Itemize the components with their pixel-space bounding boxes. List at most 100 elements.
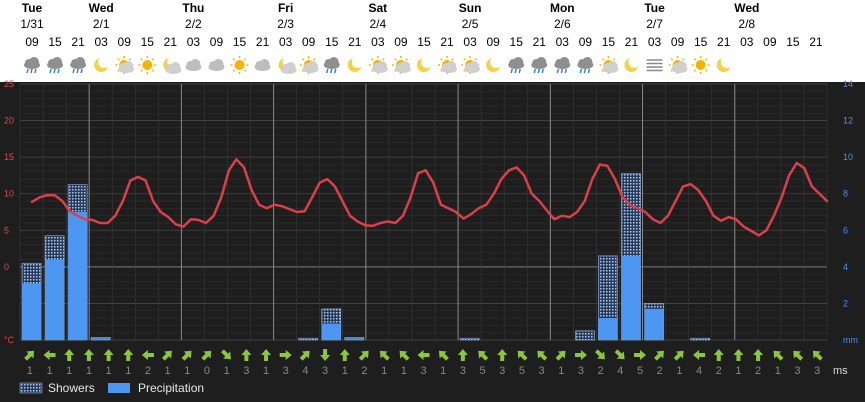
precipitation-bar [321,323,341,340]
weather-rain-cloud-icon [24,57,40,74]
wind-arrow-icon [713,349,724,361]
weather-rain-cloud-icon [531,57,548,74]
wind-arrow-icon [358,350,369,361]
day-date-label: 2/7 [646,17,663,31]
hour-label: 03 [556,35,570,49]
wind-arrow-icon [24,350,35,361]
day-name-label: Wed [734,1,759,15]
wind-speed-label: 2 [598,365,604,377]
hour-label: 21 [348,35,362,49]
day-name-label: Sat [369,1,388,15]
day-date-label: 2/2 [185,17,202,31]
weather-sun-cloud-icon [299,56,319,74]
wind-arrow-icon [221,349,231,360]
weather-sun-icon [138,56,157,74]
wind-speed-label: 2 [716,365,722,377]
weather-sun-cloud-icon [115,56,135,74]
weather-rain-cloud-icon [508,57,525,74]
wind-speed-label: 1 [106,365,112,377]
day-name-label: Fri [278,1,293,15]
wind-speed-label: 1 [401,365,407,377]
wind-speed-label: 0 [204,365,210,377]
weather-sun-cloud-icon [461,56,481,74]
wind-arrow-icon [181,350,192,361]
weather-moon-icon [94,56,111,72]
hour-label: 03 [279,35,293,49]
weather-sun-cloud-icon [668,56,688,74]
wind-arrow-icon [279,350,292,360]
hour-label: 09 [579,35,593,49]
wind-speed-label: 3 [539,365,545,377]
day-date-label: 2/1 [93,17,110,31]
wind-arrow-icon [320,349,331,361]
hour-label: 09 [486,35,500,49]
wind-speed-label: 3 [420,365,426,377]
wind-arrow-icon [753,349,764,361]
precipitation-bar [598,318,618,340]
wind-speed-label: 1 [125,365,131,377]
weather-fog-icon [646,59,663,72]
hour-label: 15 [786,35,800,49]
showers-bar [459,337,480,341]
wind-speed-label: 2 [755,365,761,377]
wind-arrow-icon [574,350,587,360]
precipitation-bar [344,338,364,340]
hour-label: 21 [164,35,178,49]
hour-label: 03 [463,35,477,49]
wind-arrow-icon [201,350,212,361]
wind-arrow-icon [634,350,647,360]
wind-arrow-icon [733,349,744,361]
temperature-tick-label: 15 [4,152,14,162]
weather-moon-icon [624,56,641,72]
hour-label: 21 [256,35,270,49]
wind-speed-label: 3 [460,365,466,377]
wind-speed-label: 1 [27,365,33,377]
day-date-label: 2/4 [370,17,387,31]
wind-speed-label: 5 [519,365,525,377]
hour-label: 03 [94,35,108,49]
hour-label: 15 [510,35,524,49]
temperature-tick-label: 10 [4,189,14,199]
weather-sun-cloud-icon [438,56,458,74]
temperature-tick-label: 5 [4,225,9,235]
wind-arrow-icon [299,350,310,361]
wind-arrow-icon [103,349,114,361]
wind-speed-label: 5 [479,365,485,377]
precipitation-bar [644,308,664,340]
hour-label: 15 [233,35,247,49]
wind-arrow-icon [812,350,823,361]
hour-label: 15 [325,35,339,49]
wind-speed-label: 1 [342,365,348,377]
hour-label: 21 [809,35,823,49]
wind-arrow-icon [399,350,410,361]
weather-cloud-icon [254,59,271,71]
weather-moon-icon [716,56,733,72]
hour-label: 21 [71,35,85,49]
wind-arrow-icon [123,349,134,361]
weather-sun-cloud-icon [391,56,411,74]
wind-speed-label: 3 [322,365,328,377]
precipitation-bar [45,259,65,340]
showers-bar [690,337,710,341]
showers-bar [298,337,318,341]
wind-speed-label: 1 [165,365,171,377]
hour-label: 09 [763,35,777,49]
wind-arrow-icon [261,349,272,361]
forecast-chart: Tue 1/31 Wed 2/1 Thu 2/2 Fri 2/3 Sat 2/4 Sun 2/5 Mon… [0,0,865,402]
wind-arrow-icon [141,350,154,360]
day-date-label: 2/5 [462,17,479,31]
wind-speed-label: 2 [361,365,367,377]
hour-label: 15 [48,35,62,49]
wind-arrow-icon [379,350,390,361]
day-name-label: Wed [89,1,114,15]
weather-sun-cloud-icon [599,56,619,74]
precipitation-tick-label: 8 [843,189,848,199]
wind-speed-label: 3 [814,365,820,377]
precipitation-tick-label: 6 [843,225,848,235]
wind-speed-label: 1 [558,365,564,377]
wind-speed-label: 3 [283,365,289,377]
hour-label: 09 [118,35,132,49]
weather-cloud-icon [208,59,225,71]
hour-label: 03 [740,35,754,49]
wind-speed-label: 1 [676,365,682,377]
